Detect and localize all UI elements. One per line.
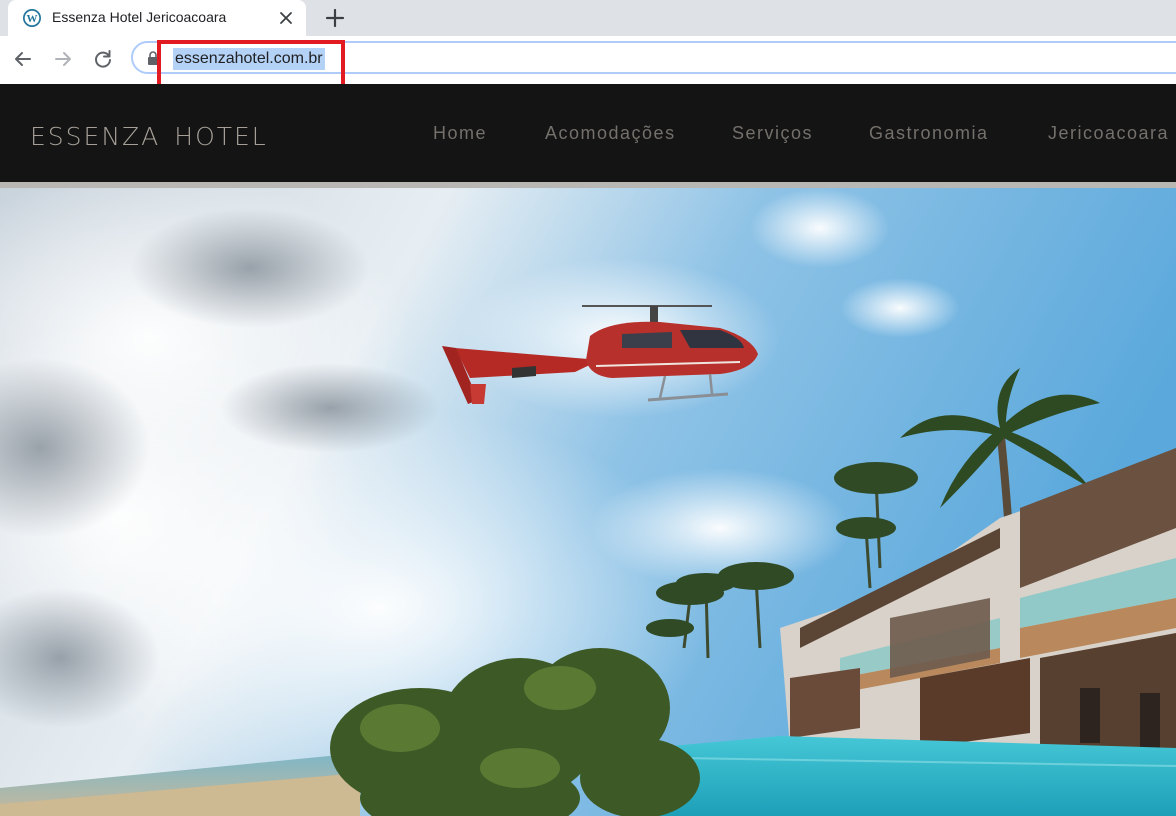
plus-icon[interactable] [324, 7, 346, 29]
browser-tab[interactable]: W Essenza Hotel Jericoacoara [8, 0, 306, 36]
logo-word-essenza: ESSENZA [30, 122, 161, 151]
reload-icon[interactable] [92, 48, 114, 70]
hero-scene [0, 188, 1176, 816]
hero-image [0, 188, 1176, 816]
tab-strip: W Essenza Hotel Jericoacoara [0, 0, 1176, 36]
tab-title: Essenza Hotel Jericoacoara [52, 9, 227, 25]
nav-item-servicos[interactable]: Serviços [732, 123, 813, 144]
forward-arrow-icon[interactable] [52, 48, 74, 70]
logo-word-hotel: HOTEL [174, 122, 268, 151]
site-logo[interactable]: ESSENZA HOTEL [30, 122, 268, 151]
nav-item-home[interactable]: Home [433, 123, 487, 144]
site-header: ESSENZA HOTEL Home Acomodações Serviços G… [0, 84, 1176, 182]
nav-item-acomodacoes[interactable]: Acomodações [545, 123, 676, 144]
nav-item-gastronomia[interactable]: Gastronomia [869, 123, 989, 144]
wordpress-icon: W [23, 9, 41, 27]
back-arrow-icon[interactable] [12, 48, 34, 70]
close-icon[interactable] [278, 10, 294, 26]
nav-item-jericoacoara[interactable]: Jericoacoara [1048, 123, 1169, 144]
pool [640, 736, 1176, 816]
svg-text:W: W [27, 13, 38, 25]
